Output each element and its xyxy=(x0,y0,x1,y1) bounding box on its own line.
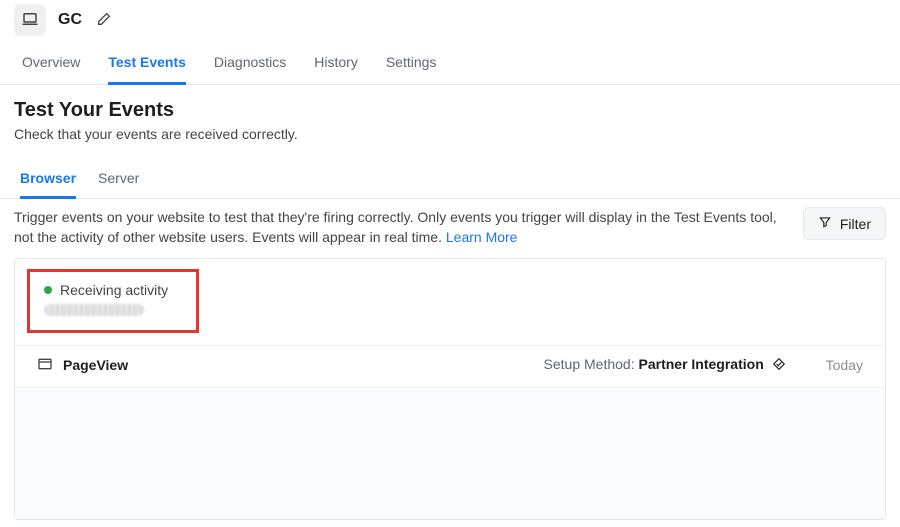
setup-method-label: Setup Method: xyxy=(544,356,639,372)
event-timestamp: Today xyxy=(826,357,863,373)
setup-method-value: Partner Integration xyxy=(639,356,764,372)
learn-more-link[interactable]: Learn More xyxy=(446,229,518,245)
event-name: PageView xyxy=(63,357,128,373)
subtab-browser[interactable]: Browser xyxy=(20,162,76,199)
tab-history[interactable]: History xyxy=(314,44,358,84)
activity-source-redacted xyxy=(44,304,144,316)
events-empty-area xyxy=(15,388,885,519)
edit-button[interactable] xyxy=(94,10,114,30)
status-dot-icon xyxy=(44,286,52,294)
laptop-icon xyxy=(21,10,39,31)
activity-status-label: Receiving activity xyxy=(60,282,168,298)
primary-tabs: Overview Test Events Diagnostics History… xyxy=(0,44,900,85)
subtab-server[interactable]: Server xyxy=(98,162,139,198)
events-panel: Receiving activity PageView Setup Method… xyxy=(14,258,886,520)
page-header: Test Your Events Check that your events … xyxy=(0,85,900,162)
instruction-row: Trigger events on your website to test t… xyxy=(0,199,900,258)
device-icon-chip xyxy=(14,4,46,36)
tab-settings[interactable]: Settings xyxy=(386,44,437,84)
filter-icon xyxy=(818,215,832,232)
datasource-title: GC xyxy=(58,11,82,29)
page-subtitle: Check that your events are received corr… xyxy=(14,126,886,142)
instruction-body: Trigger events on your website to test t… xyxy=(14,209,777,245)
browser-window-icon xyxy=(37,356,53,375)
tab-overview[interactable]: Overview xyxy=(22,44,80,84)
event-setup-method: Setup Method: Partner Integration xyxy=(267,356,786,374)
instruction-text: Trigger events on your website to test t… xyxy=(14,207,793,248)
partner-integration-icon xyxy=(772,357,786,374)
page-heading: Test Your Events xyxy=(14,99,886,122)
filter-label: Filter xyxy=(840,216,871,232)
event-row[interactable]: PageView Setup Method: Partner Integrati… xyxy=(15,345,885,388)
pencil-icon xyxy=(96,11,112,30)
activity-status-box: Receiving activity xyxy=(27,269,199,333)
sub-tabs: Browser Server xyxy=(0,162,900,199)
tab-diagnostics[interactable]: Diagnostics xyxy=(214,44,286,84)
header-bar: GC xyxy=(0,0,900,44)
tab-test-events[interactable]: Test Events xyxy=(108,44,186,85)
filter-button[interactable]: Filter xyxy=(803,207,886,240)
